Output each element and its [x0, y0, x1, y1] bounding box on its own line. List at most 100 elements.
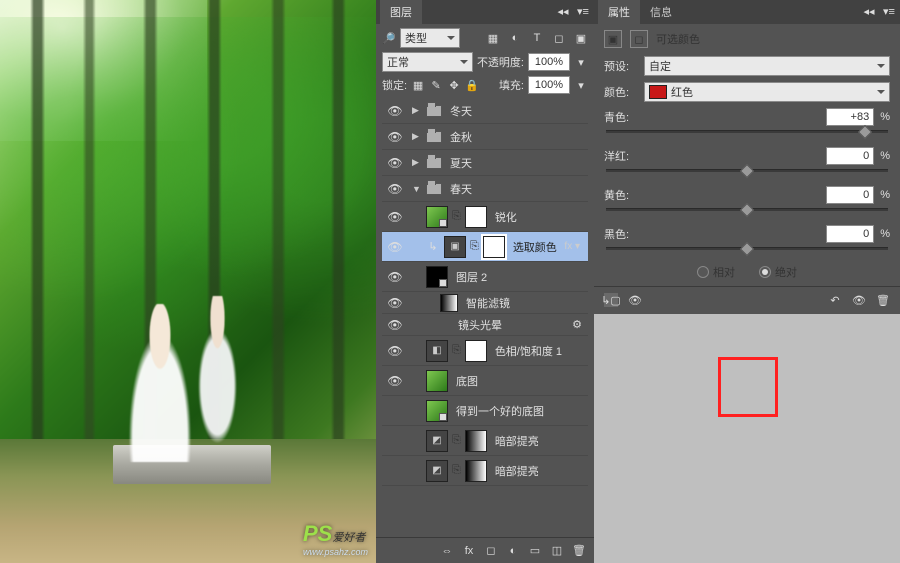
photo [0, 0, 376, 563]
trash-icon[interactable]: 🗑 [876, 293, 890, 307]
layer-group-autumn[interactable]: 👁 ▶ 金秋 [382, 124, 588, 150]
radio-label: 相对 [713, 264, 735, 280]
group-icon[interactable]: ▭ [528, 544, 542, 558]
visibility-toggle[interactable]: 👁 [382, 182, 408, 196]
slider-track[interactable] [606, 169, 888, 172]
twist-icon[interactable]: ▶ [412, 157, 422, 168]
slider-value-field[interactable]: 0 [826, 186, 874, 204]
slider-knob[interactable] [740, 203, 754, 217]
layer-name: 金秋 [450, 129, 584, 145]
twist-icon[interactable]: ▼ [412, 184, 422, 194]
layer-shadowlift2[interactable]: ◩⎘暗部提亮 [382, 456, 588, 486]
toggle-visibility-icon[interactable]: 👁 [852, 293, 866, 307]
layers-panel-body: 🔎 类型 ▦ ◐ T ◻ ▣ 正常 不透明度: 100% ▾ 锁定: ▦ ✎ ✥… [376, 24, 594, 537]
adjustment-icon[interactable]: ◐ [506, 544, 520, 558]
layers-panel: 图层 ◂◂ ▾≡ 🔎 类型 ▦ ◐ T ◻ ▣ 正常 不透明度: 100% ▾ … [376, 0, 594, 563]
slider-value-field[interactable]: 0 [826, 225, 874, 243]
link-layers-icon[interactable]: ⇔ [440, 544, 454, 558]
filter-pixel-icon[interactable]: ▦ [486, 31, 500, 45]
tab-info[interactable]: 信息 [640, 0, 682, 24]
layer-sharpen[interactable]: 👁⎘锐化 [382, 202, 588, 232]
twist-icon[interactable]: ▶ [412, 131, 422, 142]
slider-label: 黄色: [604, 187, 629, 203]
opacity-field[interactable]: 100% [528, 53, 570, 71]
panel-menu-icon[interactable]: ▾≡ [576, 4, 590, 18]
filter-adjust-icon[interactable]: ◐ [508, 31, 522, 45]
blend-mode-select[interactable]: 正常 [382, 52, 473, 72]
radio-absolute[interactable]: 绝对 [759, 264, 797, 280]
radio-relative[interactable]: 相对 [697, 264, 735, 280]
layer-base[interactable]: 👁底图 [382, 366, 588, 396]
clip-to-layer-icon[interactable]: ↳▢ [604, 293, 618, 307]
layer-name: 镜头光晕 [458, 317, 566, 333]
reset-icon[interactable]: ↶ [828, 293, 842, 307]
filter-type-icon[interactable]: T [530, 31, 544, 45]
layer-shadowlift1[interactable]: ◩⎘暗部提亮 [382, 426, 588, 456]
adjustment-type-icon[interactable]: ▣ [604, 30, 622, 48]
link-icon: ⎘ [452, 464, 461, 477]
visibility-toggle[interactable]: 👁 [382, 156, 408, 170]
slider-value-field[interactable]: 0 [826, 147, 874, 165]
filter-options-icon[interactable]: ⚙ [570, 318, 584, 332]
layer-group-spring[interactable]: 👁▼春天 [382, 176, 588, 202]
fx-badge[interactable]: fx ▾ [564, 241, 580, 252]
pct-label: % [880, 228, 890, 240]
visibility-toggle[interactable]: 👁 [382, 240, 408, 254]
tab-properties[interactable]: 属性 [598, 0, 640, 24]
fx-icon[interactable]: fx [462, 544, 476, 558]
opacity-dropdown-icon[interactable]: ▾ [574, 55, 588, 69]
mask-type-icon[interactable]: ◻ [630, 30, 648, 48]
layer-huesat[interactable]: 👁◧⎘色相/饱和度 1 [382, 336, 588, 366]
slider-track[interactable] [606, 247, 888, 250]
mask-icon[interactable]: ◻ [484, 544, 498, 558]
tab-layers[interactable]: 图层 [380, 0, 422, 24]
properties-panel: 属性 信息 ◂◂ ▾≡ ▣ ◻ 可选颜色 预设: 自定 颜色: 红色 青色:+8… [594, 0, 900, 563]
layer-goodbase[interactable]: 得到一个好的底图 [382, 396, 588, 426]
search-icon[interactable]: 🔎 [382, 31, 396, 45]
trash-icon[interactable]: 🗑 [572, 544, 586, 558]
layer-smartfilters[interactable]: 👁智能滤镜 [382, 292, 588, 314]
visibility-toggle[interactable]: 👁 [382, 104, 408, 118]
slider-yellow: 黄色:0% [604, 186, 890, 211]
collapse-icon[interactable]: ◂◂ [862, 4, 876, 18]
link-icon: ⎘ [470, 240, 479, 253]
visibility-toggle[interactable]: 👁 [382, 210, 408, 224]
link-icon: ⎘ [452, 210, 461, 223]
fill-field[interactable]: 100% [528, 76, 570, 94]
twist-icon[interactable]: ▶ [412, 105, 422, 116]
lock-paint-icon[interactable]: ✎ [429, 78, 443, 92]
slider-track[interactable] [606, 130, 888, 133]
layer-layer2[interactable]: 👁图层 2 [382, 262, 588, 292]
filter-type-select[interactable]: 类型 [400, 28, 460, 48]
panel-menu-icon[interactable]: ▾≡ [882, 4, 896, 18]
visibility-toggle[interactable]: 👁 [382, 374, 408, 388]
visibility-toggle[interactable]: 👁 [382, 270, 408, 284]
document-canvas[interactable]: PS爱好者 www.psahz.com [0, 0, 376, 563]
visibility-toggle[interactable]: 👁 [382, 130, 408, 144]
fill-dropdown-icon[interactable]: ▾ [574, 78, 588, 92]
visibility-toggle[interactable]: 👁 [382, 344, 408, 358]
new-layer-icon[interactable]: ◫ [550, 544, 564, 558]
layer-thumb [426, 370, 448, 392]
lock-move-icon[interactable]: ✥ [447, 78, 461, 92]
view-previous-icon[interactable]: 👁 [628, 293, 642, 307]
color-select[interactable]: 红色 [644, 82, 890, 102]
layer-lensflare[interactable]: 👁 镜头光晕 ⚙ [382, 314, 588, 336]
filter-smart-icon[interactable]: ▣ [574, 31, 588, 45]
slider-knob[interactable] [858, 125, 872, 139]
visibility-toggle[interactable]: 👁 [382, 318, 408, 332]
lock-all-icon[interactable]: 🔒 [465, 78, 479, 92]
layer-group-summer[interactable]: 👁▶夏天 [382, 150, 588, 176]
slider-track[interactable] [606, 208, 888, 211]
layer-group-winter[interactable]: 👁▶冬天 [382, 98, 588, 124]
slider-value-field[interactable]: +83 [826, 108, 874, 126]
layer-selective-color[interactable]: 👁↳▣⎘选取颜色 1fx ▾ [382, 232, 588, 262]
layer-name: 暗部提亮 [495, 463, 584, 479]
slider-knob[interactable] [740, 164, 754, 178]
preset-select[interactable]: 自定 [644, 56, 890, 76]
lock-trans-icon[interactable]: ▦ [411, 78, 425, 92]
filter-shape-icon[interactable]: ◻ [552, 31, 566, 45]
slider-knob[interactable] [740, 242, 754, 256]
visibility-toggle[interactable]: 👁 [382, 296, 408, 310]
collapse-icon[interactable]: ◂◂ [556, 4, 570, 18]
